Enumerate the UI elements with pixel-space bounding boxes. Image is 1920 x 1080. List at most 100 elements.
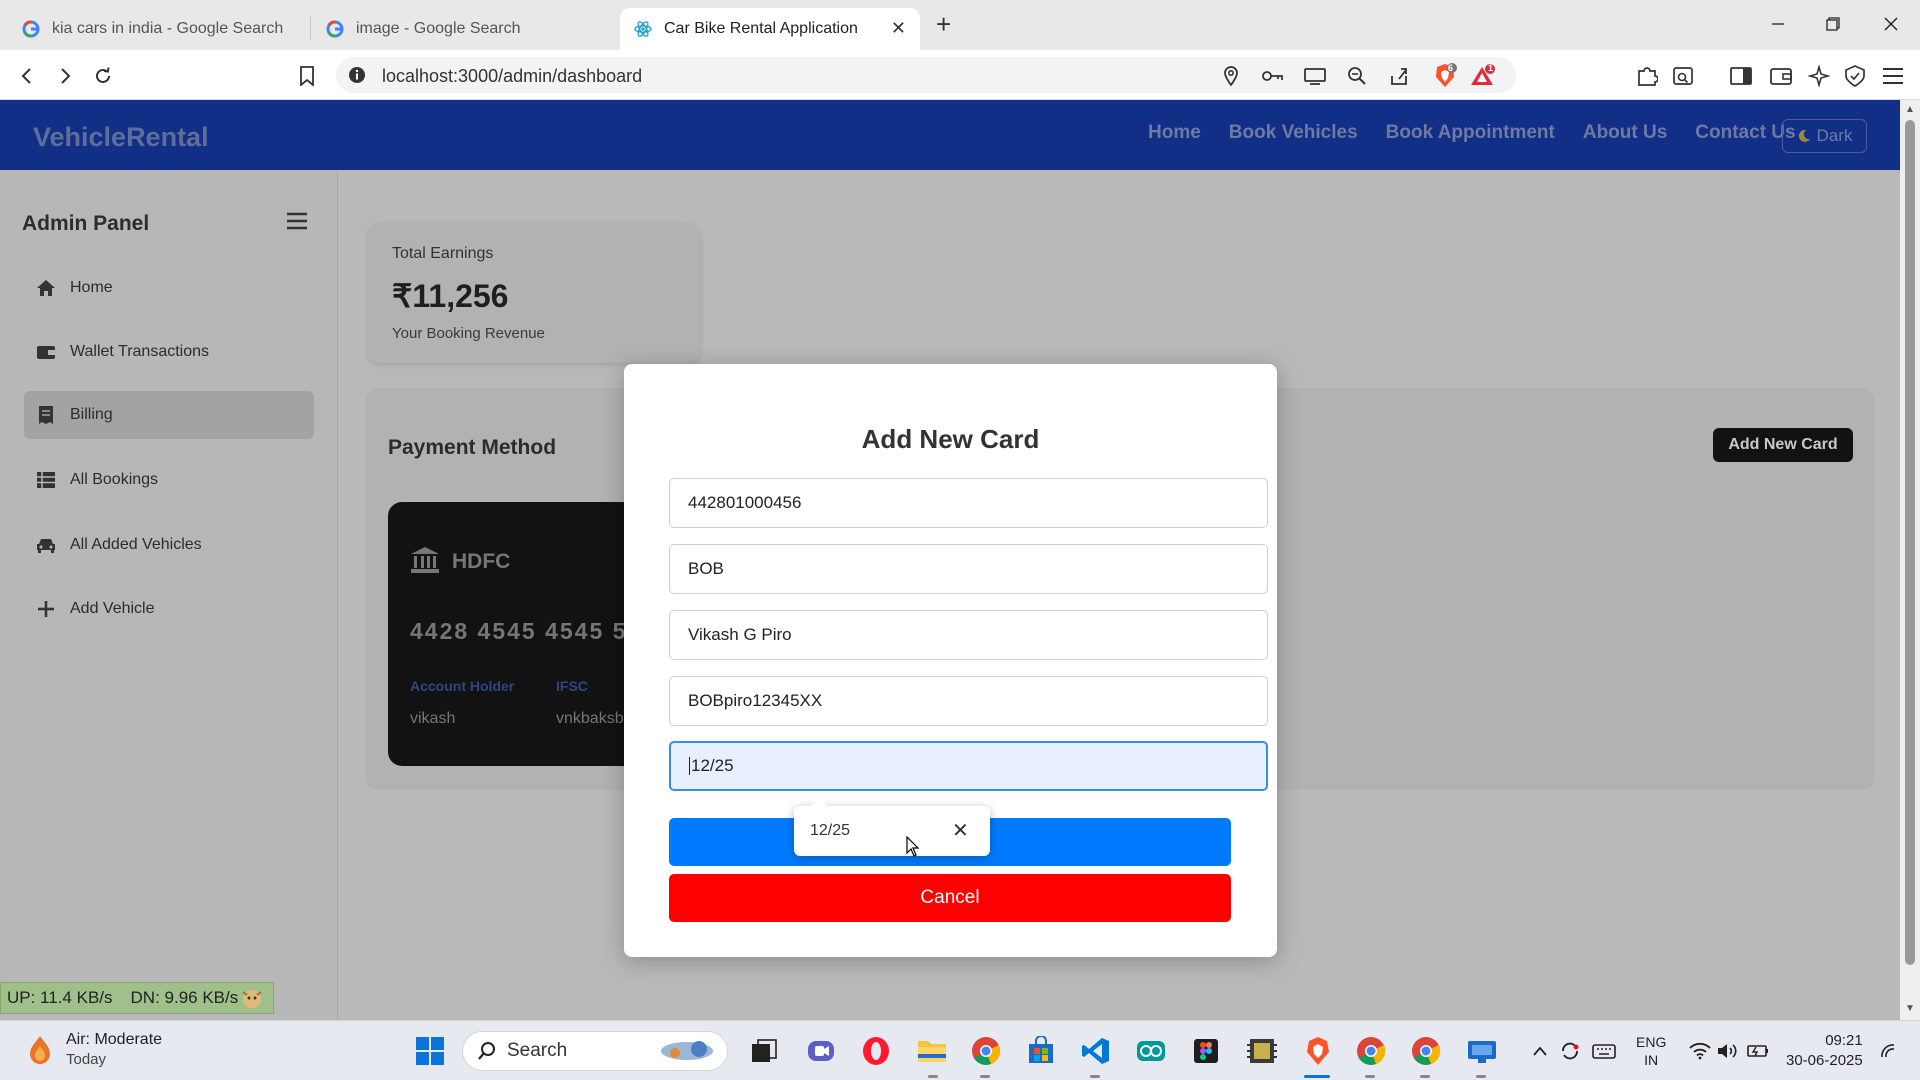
- scrollbar-thumb[interactable]: [1905, 120, 1915, 965]
- back-icon[interactable]: [14, 63, 40, 89]
- new-tab-button[interactable]: +: [936, 11, 951, 37]
- figma-icon[interactable]: [1190, 1035, 1222, 1067]
- autofill-suggestion-popup[interactable]: 12/25 ✕: [794, 798, 990, 856]
- opera-icon[interactable]: [860, 1035, 892, 1067]
- shields-badge: 6: [1448, 63, 1454, 73]
- vscode-icon[interactable]: [1080, 1035, 1112, 1067]
- brave-browser-icon[interactable]: [1302, 1035, 1334, 1067]
- brave-shields-icon[interactable]: 6: [1432, 63, 1458, 89]
- card-number-input[interactable]: 442801000456: [669, 478, 1268, 528]
- bank-name-input[interactable]: BOB: [669, 544, 1268, 594]
- tab-search-icon[interactable]: [1670, 63, 1696, 89]
- expiry-input[interactable]: 12/25: [669, 741, 1268, 791]
- chrome-profile-icon[interactable]: [1355, 1035, 1387, 1067]
- network-speed-meter: UP: 11.4 KB/s DN: 9.96 KB/s: [0, 982, 274, 1014]
- wallet-icon[interactable]: [1768, 63, 1794, 89]
- site-info-icon[interactable]: [348, 66, 366, 84]
- scroll-down-icon[interactable]: ▼: [1905, 1003, 1915, 1014]
- address-bar[interactable]: localhost:3000/admin/dashboard 6 1: [336, 57, 1516, 93]
- nav-about-us[interactable]: About Us: [1583, 122, 1667, 144]
- lang-primary: ENG: [1636, 1034, 1667, 1050]
- weather-widget[interactable]: Air: Moderate Today: [26, 1031, 162, 1068]
- nav-book-vehicles[interactable]: Book Vehicles: [1229, 122, 1358, 144]
- cancel-button[interactable]: Cancel: [669, 874, 1231, 922]
- extensions-icon[interactable]: [1634, 63, 1660, 89]
- meet-icon[interactable]: [805, 1035, 837, 1067]
- sync-icon[interactable]: [1554, 1035, 1586, 1067]
- ifsc-input[interactable]: BOBpiro12345XX: [669, 676, 1268, 726]
- dark-mode-toggle[interactable]: Dark: [1782, 119, 1867, 153]
- keyboard-icon[interactable]: [1588, 1035, 1620, 1067]
- close-tab-icon[interactable]: ✕: [891, 18, 906, 39]
- sidebar-item-wallet-transactions[interactable]: Wallet Transactions: [24, 328, 314, 376]
- chrome-profile-2-indicator: [1420, 1075, 1430, 1078]
- sidebar-toggle-icon[interactable]: [1728, 63, 1754, 89]
- card-number-value: 442801000456: [688, 493, 802, 512]
- ifsc-label: IFSC: [556, 678, 588, 694]
- zoom-icon[interactable]: [1344, 63, 1370, 89]
- notifications-icon[interactable]: [1872, 1035, 1904, 1067]
- nav-home[interactable]: Home: [1148, 122, 1201, 144]
- close-icon[interactable]: ✕: [952, 818, 969, 843]
- tab-car-bike-rental[interactable]: Car Bike Rental Application ✕: [620, 8, 920, 50]
- share-icon[interactable]: [1386, 63, 1412, 89]
- bank-name: HDFC: [452, 550, 511, 573]
- autofill-suggestion[interactable]: 12/25: [810, 822, 850, 840]
- brave-rewards-icon[interactable]: 1: [1470, 63, 1496, 89]
- battery-icon[interactable]: [1742, 1035, 1774, 1067]
- key-icon[interactable]: [1260, 63, 1286, 89]
- vscode-indicator: [1090, 1075, 1100, 1078]
- sidebar-item-label: Billing: [70, 406, 113, 423]
- reload-icon[interactable]: [90, 63, 116, 89]
- system-clock[interactable]: 09:21 30-06-2025: [1786, 1031, 1863, 1071]
- sidebar-item-billing[interactable]: Billing: [24, 391, 314, 439]
- nav-links: Home Book Vehicles Book Appointment Abou…: [1148, 122, 1824, 144]
- remote-desktop-indicator: [1476, 1075, 1486, 1078]
- total-earnings-card: Total Earnings ₹11,256 Your Booking Reve…: [368, 223, 700, 363]
- nav-book-appointment[interactable]: Book Appointment: [1386, 122, 1555, 144]
- home-icon: [36, 278, 56, 298]
- microsoft-store-icon[interactable]: [1025, 1035, 1057, 1067]
- brand-logo[interactable]: VehicleRental: [33, 122, 209, 153]
- nav-contact-us[interactable]: Contact Us: [1695, 122, 1795, 144]
- vpn-icon[interactable]: [1842, 63, 1868, 89]
- hamburger-menu-icon[interactable]: [286, 212, 308, 230]
- bookmark-icon[interactable]: [294, 63, 320, 89]
- add-new-card-button[interactable]: Add New Card: [1713, 428, 1853, 462]
- holder-name-value: Vikash G Piro: [688, 625, 792, 644]
- card-number: 4428 4545 4545 5: [410, 618, 628, 644]
- taskbar-search[interactable]: Search: [462, 1031, 728, 1071]
- scroll-up-icon[interactable]: ▲: [1905, 104, 1915, 115]
- language-indicator[interactable]: ENG IN: [1636, 1033, 1666, 1069]
- circuit-app-icon[interactable]: [1246, 1035, 1278, 1067]
- chevron-up-icon[interactable]: [1524, 1035, 1556, 1067]
- close-window-button[interactable]: [1876, 12, 1906, 36]
- start-button[interactable]: [414, 1035, 446, 1067]
- volume-icon[interactable]: [1712, 1035, 1744, 1067]
- minimize-button[interactable]: [1763, 12, 1793, 36]
- chrome-icon[interactable]: [970, 1035, 1002, 1067]
- sidebar-item-label: All Added Vehicles: [70, 536, 202, 553]
- plus-icon: [36, 599, 56, 619]
- chrome-profile-2-icon[interactable]: [1410, 1035, 1442, 1067]
- remote-desktop-icon[interactable]: [1466, 1035, 1498, 1067]
- leo-ai-icon[interactable]: [1806, 63, 1832, 89]
- sidebar-item-all-added-vehicles[interactable]: All Added Vehicles: [24, 521, 314, 569]
- holder-name-input[interactable]: Vikash G Piro: [669, 610, 1268, 660]
- restore-button[interactable]: [1818, 12, 1848, 36]
- sidebar-item-all-bookings[interactable]: All Bookings: [24, 456, 314, 504]
- task-view-icon[interactable]: [748, 1035, 780, 1067]
- cast-icon[interactable]: [1302, 63, 1328, 89]
- tab-image-search[interactable]: image - Google Search: [326, 8, 616, 50]
- sidebar-item-add-vehicle[interactable]: Add Vehicle: [24, 585, 314, 633]
- sidebar-item-home[interactable]: Home: [24, 264, 314, 312]
- windows-taskbar: Air: Moderate Today Search ENG IN 09:21 …: [0, 1020, 1920, 1080]
- page-scrollbar[interactable]: ▲ ▼: [1900, 100, 1920, 1020]
- forward-icon[interactable]: [52, 63, 78, 89]
- arduino-icon[interactable]: [1135, 1035, 1167, 1067]
- location-icon[interactable]: [1218, 63, 1244, 89]
- file-explorer-icon[interactable]: [916, 1035, 948, 1067]
- wallet-icon: [36, 342, 56, 362]
- tab-kia-cars[interactable]: kia cars in india - Google Search: [18, 8, 308, 50]
- menu-icon[interactable]: [1880, 63, 1906, 89]
